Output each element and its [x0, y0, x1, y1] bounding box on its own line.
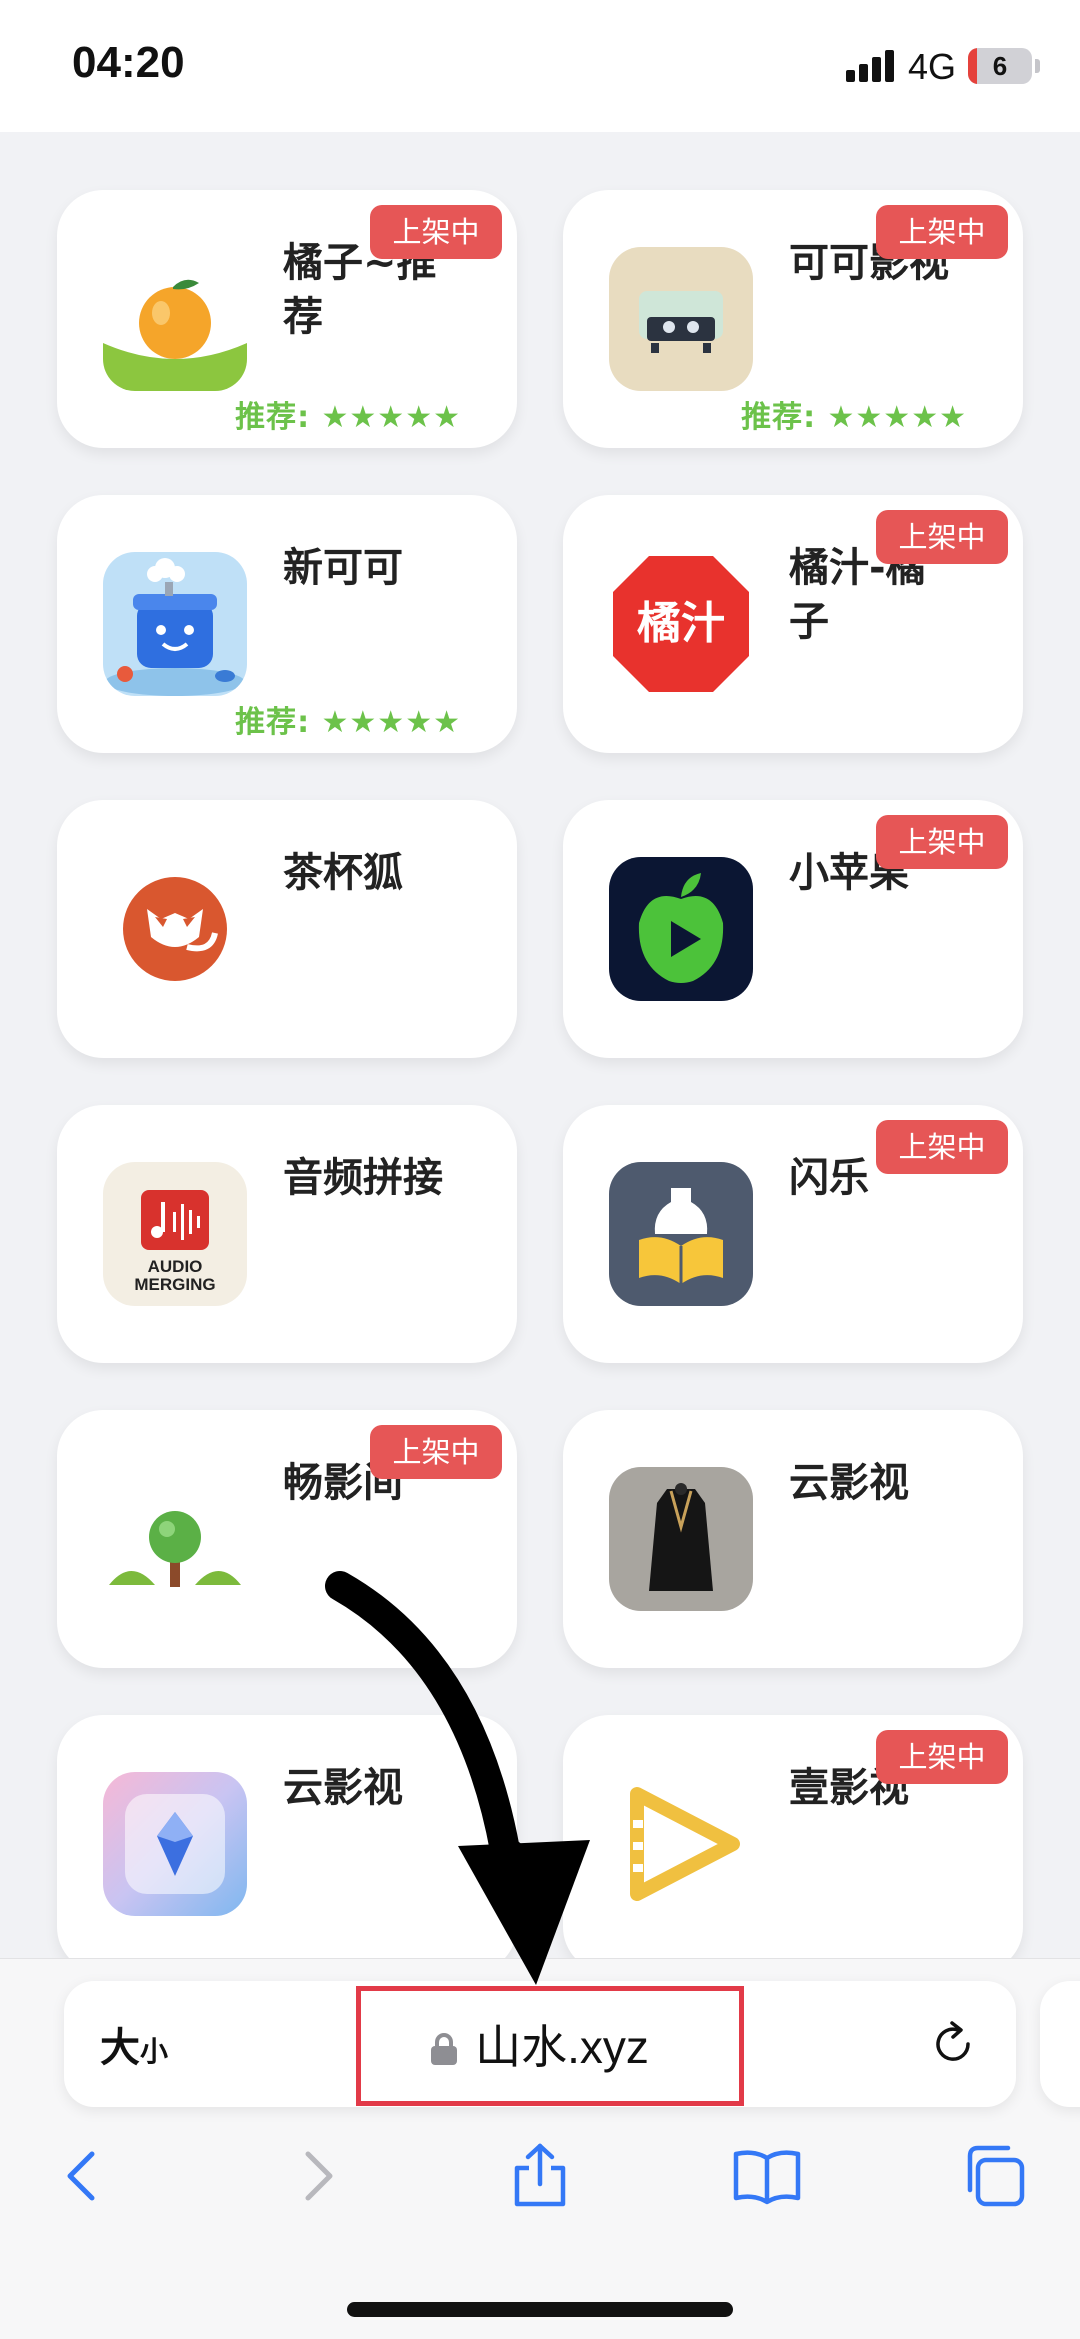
next-tab-preview[interactable] — [1040, 1981, 1080, 2107]
app-card[interactable]: 新可可 推荐: ★★★★★ — [57, 495, 517, 753]
fox-app-icon — [103, 857, 247, 1001]
status-bar: 04:20 4G 6 — [0, 0, 1080, 132]
status-badge: 上架中 — [370, 205, 502, 259]
app-name: 云影视 — [789, 1460, 909, 1506]
app-card[interactable]: 闪乐 上架中 — [563, 1105, 1023, 1363]
reload-icon[interactable] — [928, 2019, 978, 2069]
app-card[interactable]: 橘子~推荐 上架中 推荐: ★★★★★ — [57, 190, 517, 448]
app-name: 云影视 — [283, 1765, 403, 1811]
rating: 推荐: ★★★★★ — [235, 400, 461, 435]
apple-play-app-icon — [609, 857, 753, 1001]
film-play-app-icon — [609, 1772, 753, 1916]
crystal-app-icon — [103, 1772, 247, 1916]
audio-merging-app-icon: AUDIO MERGING — [103, 1162, 247, 1306]
forward-icon[interactable] — [282, 2140, 352, 2210]
rating: 推荐: ★★★★★ — [235, 705, 461, 740]
status-time: 04:20 — [72, 38, 185, 87]
cellular-signal-icon — [846, 50, 898, 82]
status-badge: 上架中 — [876, 205, 1008, 259]
app-grid: 橘子~推荐 上架中 推荐: ★★★★★ 可可影视 上架中 推荐: ★★★★★ 新… — [0, 132, 1080, 1958]
app-icon-label: AUDIO — [148, 1257, 203, 1276]
status-badge: 上架中 — [876, 510, 1008, 564]
back-icon[interactable] — [48, 2140, 118, 2210]
app-card[interactable]: 畅影间 上架中 — [57, 1410, 517, 1668]
app-card[interactable]: 壹影视 上架中 — [563, 1715, 1023, 1958]
cooler-mascot-app-icon — [103, 552, 247, 696]
book-bottle-app-icon — [609, 1162, 753, 1306]
bookmarks-icon[interactable] — [732, 2140, 802, 2210]
app-card[interactable]: 云影视 — [57, 1715, 517, 1958]
tv-app-icon — [609, 247, 753, 391]
app-name: 音频拼接 — [283, 1155, 443, 1201]
app-card[interactable]: 茶杯狐 — [57, 800, 517, 1058]
url-highlight-box — [356, 1986, 744, 2106]
status-badge: 上架中 — [370, 1425, 502, 1479]
tabs-icon[interactable] — [958, 2140, 1028, 2210]
app-name: 新可可 — [283, 545, 403, 591]
battery-icon: 6 — [968, 48, 1032, 84]
rating: 推荐: ★★★★★ — [741, 400, 967, 435]
network-type: 4G — [908, 46, 957, 87]
tree-app-icon — [103, 1467, 247, 1611]
app-icon-label: 橘汁 — [637, 598, 725, 649]
status-badge: 上架中 — [876, 1120, 1008, 1174]
orange-app-icon — [103, 247, 247, 391]
juzhi-app-icon: 橘汁 — [609, 552, 753, 696]
app-name: 茶杯狐 — [283, 850, 403, 896]
coat-app-icon — [609, 1467, 753, 1611]
app-icon-label: MERGING — [134, 1275, 215, 1294]
app-card[interactable]: AUDIO MERGING 音频拼接 — [57, 1105, 517, 1363]
app-card[interactable]: 云影视 — [563, 1410, 1023, 1668]
home-indicator[interactable] — [347, 2302, 733, 2317]
share-icon[interactable] — [505, 2140, 575, 2210]
app-card[interactable]: 小苹果 上架中 — [563, 800, 1023, 1058]
app-card[interactable]: 可可影视 上架中 推荐: ★★★★★ — [563, 190, 1023, 448]
status-badge: 上架中 — [876, 815, 1008, 869]
app-card[interactable]: 橘汁 橘汁-橘子 上架中 — [563, 495, 1023, 753]
status-badge: 上架中 — [876, 1730, 1008, 1784]
battery-level: 6 — [992, 51, 1008, 81]
